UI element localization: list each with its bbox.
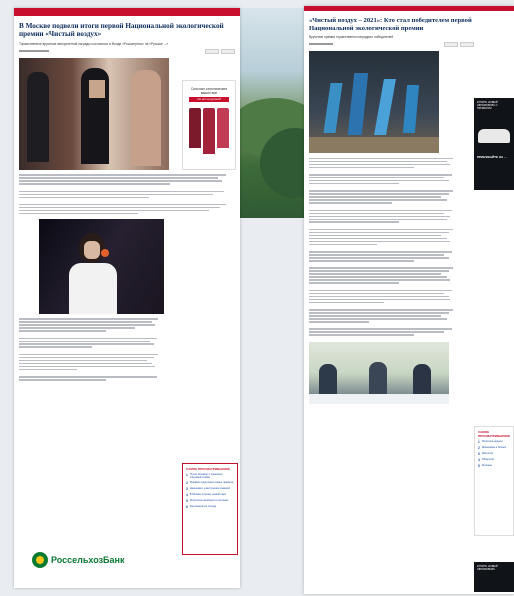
award-photo [19,57,169,170]
share-buttons[interactable] [444,42,474,48]
left-sidebar-ad[interactable]: Сильные католические ваших вин Что нет н… [182,80,236,170]
event-photo [309,342,449,405]
right-bottom-ad[interactable]: КУПИТЬ НОВЫЙ АВТОМОБИЛЬ [474,562,514,592]
speaker-photo [39,218,164,314]
right-sidebar-ad[interactable]: КУПИТЬ НОВЫЙ АВТОМОБИЛЬ С ПРОБЕГОМ ПРИЕЗ… [474,98,514,190]
related-item[interactable]: 4 Общество [478,458,510,462]
trophies-photo [309,51,439,154]
related-item[interactable]: 3 Экология [478,452,510,456]
byline [14,47,240,56]
car-ad-header: КУПИТЬ НОВЫЙ АВТОМОБИЛЬ С ПРОБЕГОМ [477,101,498,110]
right-article-clipping: «Чистый воздух – 2021»: Кто стал победит… [304,6,514,594]
left-article-clipping: В Москве подвели итоги первой Национальн… [14,8,240,588]
ad-cta-button[interactable]: Что нет на русском? [189,97,229,102]
byline [304,40,514,49]
related-item[interactable]: 1 Политика недели [478,440,510,444]
right-related-box: САМОЕ ПРОСМАТРИВАЕМОЕ 1 Политика недели 2… [474,426,514,536]
article-body-1 [14,172,240,217]
car-ad-cta[interactable]: ПРИЕЗЖАЙТЕ НА ... [474,143,514,159]
left-related-box: САМОЕ ПРОСМАТРИВАЕМОЕ 1 Путин объявил о с… [182,463,238,555]
ad-line1: Сильные католические [190,87,228,91]
related-item[interactable]: 2 Минфин предложил новые правила [186,481,234,485]
related-item[interactable]: 1 Путин объявил о снижении ключевой ставк… [186,473,234,479]
related-item[interactable]: 3 Нарышкин: ужесточение санкций [186,487,234,491]
share-buttons[interactable] [205,48,235,54]
bank-logo-icon [32,552,48,568]
left-article-title: В Москве подвели итоги первой Национальн… [19,22,224,39]
related-item[interactable]: 6 Как изменится погода [186,505,234,509]
related-header: САМОЕ ПРОСМАТРИВАЕМОЕ [478,430,511,438]
related-item[interactable]: 2 Экономика и бизнес [478,446,510,450]
related-header: САМОЕ ПРОСМАТРИВАЕМОЕ [186,467,231,471]
bank-logo[interactable]: РоссельхозБанк [32,552,124,568]
bank-name: РоссельхозБанк [51,555,125,565]
article-body [304,155,464,338]
related-item[interactable]: 5 Регионы [478,464,510,468]
site-masthead [14,8,240,16]
related-item[interactable]: 4В Москве откроют новый парк [186,493,234,497]
ad-line2: ваших вин [200,91,218,95]
landscape-ad[interactable] [230,8,330,218]
right-article-title: «Чистый воздух – 2021»: Кто стал победит… [309,17,472,32]
related-item[interactable]: 5 Результаты выборов в регионах [186,499,234,503]
bottom-ad-text: КУПИТЬ НОВЫЙ АВТОМОБИЛЬ [477,565,498,571]
article-body-2 [14,316,169,383]
